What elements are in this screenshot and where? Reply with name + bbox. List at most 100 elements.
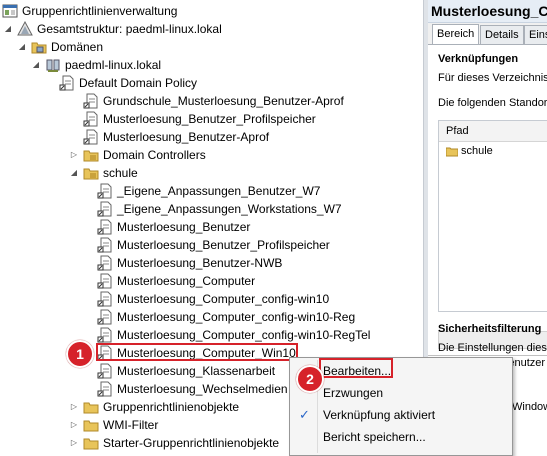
gpo-link-icon xyxy=(83,93,99,109)
menu-item-label: Bericht speichern... xyxy=(323,430,426,444)
tree-item-gpo-link[interactable]: Musterloesung_Benutzer xyxy=(97,218,250,236)
tree-item-domain-controllers[interactable]: ▷ Domain Controllers xyxy=(69,146,206,164)
menu-item-label: Erzwungen xyxy=(323,386,384,400)
tree-root-label: Gruppenrichtlinienverwaltung xyxy=(22,4,178,18)
locations-description: Die folgenden Standort xyxy=(438,97,547,109)
selected-item-highlight xyxy=(96,343,298,361)
tree-item-gpo-link[interactable]: Musterloesung_Klassenarbeit xyxy=(97,362,275,380)
tree-item-label: Musterloesung_Benutzer_Profilspeicher xyxy=(103,112,316,126)
domains-folder-icon xyxy=(31,39,47,55)
ou-folder-icon xyxy=(446,145,458,157)
tree-item-gpo-link[interactable]: Musterloesung_Benutzer_Profilspeicher xyxy=(83,110,316,128)
tree-item-label: Musterloesung_Computer xyxy=(117,274,256,288)
tree-item-gpo-link[interactable]: Default Domain Policy xyxy=(59,74,197,92)
gpo-link-icon xyxy=(97,309,113,325)
tree-item-schule[interactable]: ◢ schule xyxy=(69,164,138,182)
forest-icon xyxy=(17,21,33,37)
collapse-arrow-icon[interactable]: ◢ xyxy=(69,164,79,182)
tree-item-label: Starter-Gruppenrichtlinienobjekte xyxy=(103,436,280,450)
collapse-arrow-icon[interactable]: ◢ xyxy=(31,56,41,74)
tree-item-label: paedml-linux.lokal xyxy=(65,58,162,72)
tree-item-label: Domain Controllers xyxy=(103,148,206,162)
tree-item-label: Grundschule_Musterloesung_Benutzer-Aprof xyxy=(103,94,344,108)
gpo-link-icon xyxy=(97,219,113,235)
gpo-link-icon xyxy=(97,327,113,343)
domain-icon xyxy=(45,57,61,73)
tree-item-domain[interactable]: ◢ paedml-linux.lokal xyxy=(31,56,161,74)
tree-item-gpo-link[interactable]: Musterloesung_Benutzer-Aprof xyxy=(83,128,269,146)
tree-item-label: Musterloesung_Computer_config-win10 xyxy=(117,292,330,306)
tree-item-gpo-link[interactable]: Musterloesung_Computer_config-win10-Reg xyxy=(97,308,355,326)
tree-item-label: Musterloesung_Computer_config-win10-RegT… xyxy=(117,328,371,342)
gpo-link-icon xyxy=(97,201,113,217)
details-title: Musterloesung_C xyxy=(428,0,547,23)
tree-item-wmi-filter[interactable]: ▷ WMI-Filter xyxy=(69,416,158,434)
step-badge-2: 2 xyxy=(296,365,324,393)
list-item[interactable]: schule xyxy=(439,142,547,160)
gpo-link-icon xyxy=(59,75,75,91)
tree-item-gpo-link[interactable]: Musterloesung_Computer xyxy=(97,272,255,290)
wmi-fragment: Windows xyxy=(512,401,547,413)
gpo-link-icon xyxy=(97,183,113,199)
section-divider xyxy=(428,355,547,356)
expand-arrow-icon[interactable]: ▷ xyxy=(69,146,79,164)
tree-item-gpo-link[interactable]: Musterloesung_Computer_config-win10 xyxy=(97,290,329,308)
menu-item-highlight xyxy=(319,358,393,378)
tree-root[interactable]: Gruppenrichtlinienverwaltung xyxy=(2,2,177,20)
gpmc-icon xyxy=(2,3,18,19)
gpo-link-icon xyxy=(83,129,99,145)
ou-folder-icon xyxy=(83,147,99,163)
gpo-link-icon xyxy=(97,291,113,307)
gpo-link-icon xyxy=(97,255,113,271)
tree-item-label: _Eigene_Anpassungen_Benutzer_W7 xyxy=(117,184,321,198)
tree-item-gpo-link[interactable]: _Eigene_Anpassungen_Workstations_W7 xyxy=(97,200,342,218)
tree-item-gpo-link[interactable]: Musterloesung_Benutzer_Profilspeicher xyxy=(97,236,330,254)
tree-item-gpo-link[interactable]: Grundschule_Musterloesung_Benutzer-Aprof xyxy=(83,92,344,110)
tree-item-gpo-link[interactable]: Musterloesung_Computer_config-win10-RegT… xyxy=(97,326,370,344)
column-header-path[interactable]: Pfad xyxy=(439,121,547,142)
folder-icon xyxy=(83,435,99,451)
links-heading: Verknüpfungen xyxy=(438,53,519,65)
tree-item-label: Musterloesung_Wechselmedien xyxy=(117,382,288,396)
tree-item-label: Musterloesung_Benutzer-NWB xyxy=(117,256,283,270)
collapse-arrow-icon[interactable]: ◢ xyxy=(17,38,27,56)
step-badge-1: 1 xyxy=(66,340,94,368)
gpo-link-icon xyxy=(83,111,99,127)
tree-item-label: Default Domain Policy xyxy=(79,76,198,90)
expand-arrow-icon[interactable]: ▷ xyxy=(69,398,79,416)
tab-details[interactable]: Details xyxy=(480,25,524,44)
tree-item-forest[interactable]: ◢ Gesamtstruktur: paedml-linux.lokal xyxy=(3,20,222,38)
tab-einstellungen[interactable]: Eins xyxy=(524,25,547,44)
collapse-arrow-icon[interactable]: ◢ xyxy=(3,20,13,38)
security-description: Die Einstellungen diese xyxy=(438,342,547,354)
menu-item-verknuepfung-aktiviert[interactable]: ✓ Verknüpfung aktiviert xyxy=(290,404,512,426)
tree-item-label: schule xyxy=(103,166,138,180)
menu-item-erzwungen[interactable]: Erzwungen xyxy=(290,382,512,404)
links-list[interactable]: Pfad schule xyxy=(438,120,547,312)
tree-item-domains[interactable]: ◢ Domänen xyxy=(17,38,103,56)
expand-arrow-icon[interactable]: ▷ xyxy=(69,416,79,434)
details-tabs: Bereich Details Eins xyxy=(428,24,547,45)
tree-item-gpo-link[interactable]: Musterloesung_Benutzer-NWB xyxy=(97,254,282,272)
tree-item-label: Musterloesung_Benutzer_Profilspeicher xyxy=(117,238,330,252)
ou-folder-icon xyxy=(83,165,99,181)
tree-item-gpo-container[interactable]: ▷ Gruppenrichtlinienobjekte xyxy=(69,398,239,416)
tree-item-gpo-link[interactable]: _Eigene_Anpassungen_Benutzer_W7 xyxy=(97,182,320,200)
security-heading: Sicherheitsfilterung xyxy=(438,323,542,335)
tree-item-label: Musterloesung_Klassenarbeit xyxy=(117,364,276,378)
checkmark-icon: ✓ xyxy=(299,407,310,422)
tree-item-label: Musterloesung_Benutzer-Aprof xyxy=(103,130,270,144)
path-value: schule xyxy=(461,145,493,157)
tab-bereich[interactable]: Bereich xyxy=(432,24,480,45)
tree-item-label: Gruppenrichtlinienobjekte xyxy=(103,400,240,414)
tree-item-gpo-link[interactable]: Musterloesung_Wechselmedien xyxy=(97,380,288,398)
menu-item-bericht-speichern[interactable]: Bericht speichern... xyxy=(290,426,512,448)
tree-item-label: Musterloesung_Computer_config-win10-Reg xyxy=(117,310,356,324)
tree-item-label: WMI-Filter xyxy=(103,418,159,432)
tree-item-starter-gpo[interactable]: ▷ Starter-Gruppenrichtlinienobjekte xyxy=(69,434,279,452)
folder-icon xyxy=(83,417,99,433)
expand-arrow-icon[interactable]: ▷ xyxy=(69,434,79,452)
links-description: Für dieses Verzeichnis xyxy=(438,72,547,84)
gpo-link-icon xyxy=(97,273,113,289)
menu-item-label: Verknüpfung aktiviert xyxy=(323,408,436,422)
